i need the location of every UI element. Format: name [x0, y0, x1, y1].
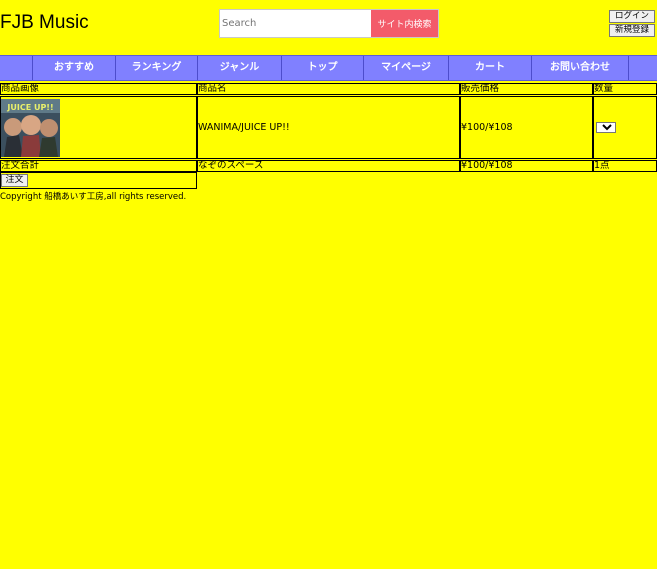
- nav-item-contact[interactable]: お問い合わせ: [532, 56, 629, 80]
- column-header-name: 商品名: [197, 83, 460, 95]
- column-header-quantity: 数量: [593, 83, 657, 95]
- page: FJB Music サイト内検索 ログイン 新規登録 おすすめ ランキング ジャ…: [0, 0, 657, 569]
- main-nav: おすすめ ランキング ジャンル トップ マイページ カート お問い合わせ: [0, 55, 657, 81]
- item-quantity-cell: 1: [593, 96, 657, 159]
- item-price: ¥100/¥108: [461, 121, 513, 133]
- register-button[interactable]: 新規登録: [609, 24, 655, 37]
- nav-item-ranking[interactable]: ランキング: [116, 56, 198, 80]
- order-total-count: 1点: [593, 160, 657, 172]
- site-search-button[interactable]: サイト内検索: [371, 10, 438, 37]
- album-jacket-image: JUICE UP!!: [1, 99, 60, 157]
- search-form: サイト内検索: [219, 9, 439, 38]
- quantity-select[interactable]: 1: [596, 122, 616, 133]
- order-total-price: ¥100/¥108: [460, 160, 593, 172]
- nav-item-genre[interactable]: ジャンル: [198, 56, 282, 80]
- login-button[interactable]: ログイン: [609, 10, 655, 23]
- auth-buttons: ログイン 新規登録: [609, 10, 655, 38]
- order-button[interactable]: 注文: [1, 174, 28, 187]
- nav-item-cart[interactable]: カート: [449, 56, 532, 80]
- order-total-label: 注文合計: [0, 160, 197, 172]
- column-header-price: 販売価格: [460, 83, 593, 95]
- item-price-cell: ¥100/¥108: [460, 96, 593, 159]
- search-input[interactable]: [220, 10, 371, 37]
- mystery-space: なぞのスペース: [197, 160, 460, 172]
- site-logo[interactable]: FJB Music: [0, 12, 89, 34]
- nav-item-top[interactable]: トップ: [282, 56, 364, 80]
- nav-item-mypage[interactable]: マイページ: [364, 56, 449, 80]
- nav-spacer-left: [0, 56, 33, 80]
- order-button-cell: [0, 172, 197, 189]
- nav-item-recommended[interactable]: おすすめ: [33, 56, 116, 80]
- column-header-image: 商品画像: [0, 83, 197, 95]
- copyright: Copyright 船橋あいす工房,all rights reserved.: [0, 192, 187, 202]
- jacket-title-text: JUICE UP!!: [6, 103, 53, 112]
- item-name-cell: WANIMA/JUICE UP!!: [197, 96, 460, 159]
- item-name: WANIMA/JUICE UP!!: [198, 121, 290, 133]
